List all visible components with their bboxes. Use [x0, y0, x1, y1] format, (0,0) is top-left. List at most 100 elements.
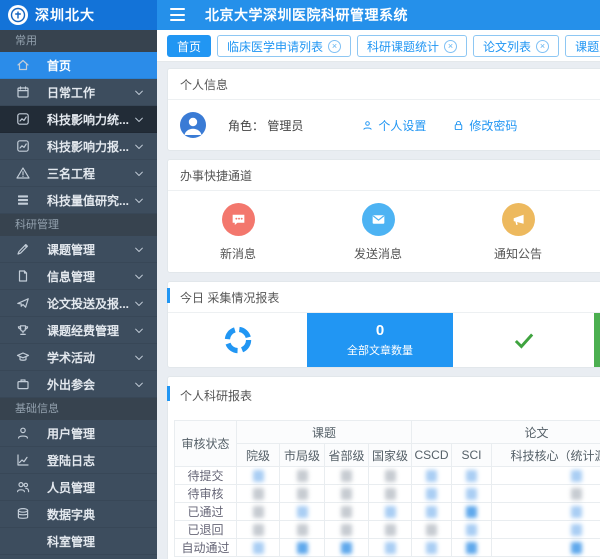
blurred-count[interactable] [571, 524, 582, 536]
chevron-down-icon [133, 167, 145, 179]
blurred-count[interactable] [571, 542, 582, 554]
all-articles-stat[interactable]: 0 全部文章数量 [307, 313, 453, 367]
table-corner-header: 审核状态 [175, 421, 237, 467]
blurred-count[interactable] [253, 470, 264, 482]
table-cell [452, 539, 492, 557]
avatar [180, 112, 206, 138]
pen-icon [15, 241, 31, 257]
shortcut-label: 新消息 [168, 245, 308, 262]
blurred-count [385, 488, 396, 500]
sidebar-item[interactable]: 科技量值研究... [0, 187, 157, 214]
blurred-count[interactable] [426, 470, 437, 482]
briefcase-icon [15, 376, 31, 392]
sidebar-item[interactable]: 科室管理 [0, 528, 157, 555]
panel-title: 个人信息 [168, 69, 600, 100]
table-cell [237, 503, 280, 521]
personal-settings-link[interactable]: 个人设置 [361, 117, 426, 134]
close-icon[interactable]: × [444, 40, 457, 53]
sidebar-item[interactable]: 信息管理 [0, 263, 157, 290]
sidebar-item[interactable]: 学术活动 [0, 344, 157, 371]
blurred-count[interactable] [426, 542, 437, 554]
sidebar-item[interactable]: 日常工作 [0, 79, 157, 106]
blurred-count[interactable] [341, 542, 352, 554]
sidebar-item[interactable]: 论文投送及报... [0, 290, 157, 317]
sidebar-item[interactable]: 课题管理 [0, 236, 157, 263]
table-cell [280, 467, 325, 485]
blurred-count[interactable] [297, 542, 308, 554]
blurred-count[interactable] [466, 524, 477, 536]
sidebar-item-label: 登陆日志 [47, 452, 95, 469]
sidebar-item[interactable]: 科技影响力统... [0, 106, 157, 133]
sidebar-item[interactable]: 首页 [0, 52, 157, 79]
change-password-link[interactable]: 修改密码 [452, 117, 517, 134]
table-group-header: 论文 [412, 421, 600, 444]
sidebar-item[interactable]: 登陆日志 [0, 447, 157, 474]
sidebar-item[interactable]: 科技影响力报... [0, 133, 157, 160]
tab-item[interactable]: 论文列表× [473, 35, 559, 57]
sidebar-item[interactable]: 课题经费管理 [0, 317, 157, 344]
blurred-count[interactable] [571, 506, 582, 518]
blurred-count[interactable] [385, 506, 396, 518]
check-icon [511, 327, 537, 353]
blurred-count[interactable] [466, 470, 477, 482]
stat-value: 0 [376, 322, 384, 340]
notice-shortcut[interactable]: 通知公告 [448, 203, 588, 262]
trophy-icon [15, 322, 31, 338]
green-stat-cell[interactable] [594, 313, 600, 367]
lock-icon [452, 119, 465, 132]
new-message-shortcut[interactable]: 新消息 [168, 203, 308, 262]
user-icon [15, 425, 31, 441]
sidebar-item-label: 课题管理 [47, 241, 95, 258]
send-message-shortcut[interactable]: 发送消息 [308, 203, 448, 262]
blurred-count[interactable] [385, 542, 396, 554]
blurred-count [341, 470, 352, 482]
tab-label: 首页 [177, 38, 201, 55]
sidebar-item[interactable]: 数据字典 [0, 501, 157, 528]
tab-item[interactable]: 临床医学申请列表× [217, 35, 351, 57]
sidebar-item[interactable]: 用户管理 [0, 420, 157, 447]
warning-icon [15, 165, 31, 181]
users-icon [15, 479, 31, 495]
panel-title: 今日 采集情况报表 [168, 282, 600, 313]
chevron-down-icon [133, 243, 145, 255]
menu-toggle-icon[interactable] [170, 8, 185, 21]
blurred-count[interactable] [466, 506, 477, 518]
tab-item[interactable]: 科研课题统计× [357, 35, 467, 57]
blurred-count[interactable] [571, 470, 582, 482]
sidebar-section-label: 基础信息 [0, 398, 157, 420]
table-cell [369, 485, 412, 503]
panel-title-text: 个人科研报表 [180, 389, 252, 403]
table-column-header: CSCD [412, 444, 452, 467]
sidebar-item[interactable]: 外出参会 [0, 371, 157, 398]
blurred-count [571, 488, 582, 500]
blurred-count [253, 524, 264, 536]
sidebar-item[interactable]: 人员管理 [0, 474, 157, 501]
blurred-count[interactable] [297, 506, 308, 518]
sidebar-item-label: 首页 [47, 57, 71, 74]
panel-title: 办事快捷通道 [168, 160, 600, 191]
main-area: 首页临床医学申请列表×科研课题统计×论文列表×课题费用报表×用户列表× 个人信息… [157, 30, 600, 559]
close-icon[interactable]: × [536, 40, 549, 53]
table-cell [492, 503, 600, 521]
table-cell [325, 503, 369, 521]
tab-item[interactable]: 首页 [167, 35, 211, 57]
blurred-count[interactable] [426, 506, 437, 518]
blurred-count [341, 524, 352, 536]
close-icon[interactable]: × [328, 40, 341, 53]
panel-research-report: 个人科研报表 审核状态课题论文 院级市局级省部级国家级CSCDSCI科技核心（统… [167, 376, 600, 559]
blurred-count[interactable] [426, 488, 437, 500]
sidebar-item-label: 用户管理 [47, 425, 95, 442]
sidebar-section-label: 科研管理 [0, 214, 157, 236]
blurred-count[interactable] [466, 488, 477, 500]
sidebar-item[interactable]: 三名工程 [0, 160, 157, 187]
tab-label: 课题费用报表 [575, 38, 600, 55]
blurred-count [385, 470, 396, 482]
blurred-count[interactable] [253, 542, 264, 554]
tab-item[interactable]: 课题费用报表× [565, 35, 600, 57]
research-report-table: 审核状态课题论文 院级市局级省部级国家级CSCDSCI科技核心（统计源）期刊 待… [174, 420, 600, 557]
blurred-count[interactable] [466, 542, 477, 554]
sidebar-item[interactable]: 权限管理 [0, 555, 157, 559]
refresh-spinner-cell[interactable] [168, 313, 307, 367]
graduation-cap-icon [15, 349, 31, 365]
sidebar-item-label: 日常工作 [47, 84, 95, 101]
